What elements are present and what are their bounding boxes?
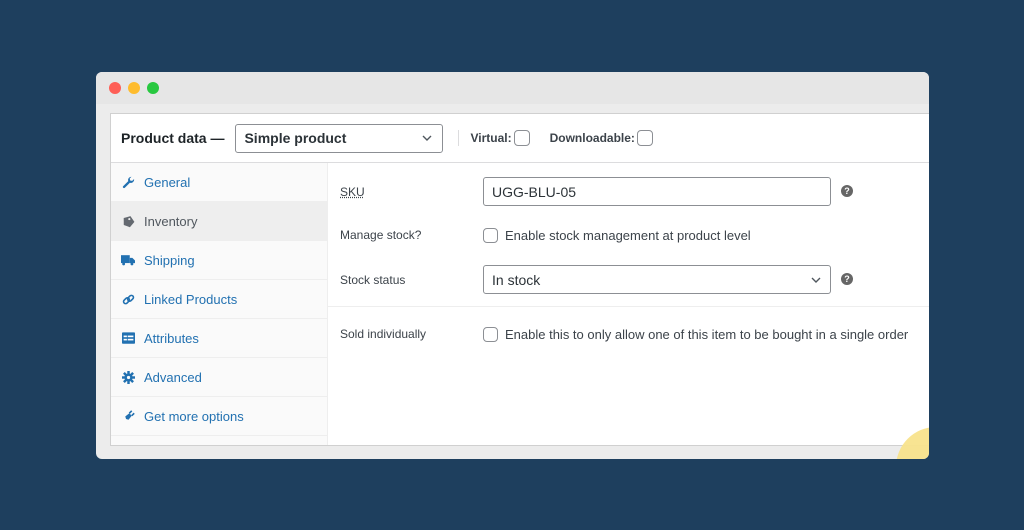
maximize-window-button[interactable] <box>147 82 159 94</box>
inventory-panel: SKU UGG-BLU-05 ? Manage stock? Enable st… <box>328 163 929 445</box>
downloadable-option[interactable]: Downloadable: <box>550 130 653 146</box>
gear-icon <box>121 370 135 384</box>
header-separator <box>458 130 460 146</box>
product-data-tabs: General Inventory Shipping Linked Produc… <box>111 163 328 445</box>
manage-stock-text: Enable stock management at product level <box>505 227 751 243</box>
wrench-icon <box>121 175 135 189</box>
virtual-option[interactable]: Virtual: <box>470 130 530 146</box>
downloadable-label: Downloadable: <box>549 131 635 145</box>
link-icon <box>121 292 135 306</box>
tab-label: Attributes <box>144 330 199 346</box>
tab-get-more-options[interactable]: Get more options <box>111 397 327 436</box>
title-bar <box>96 72 929 104</box>
tab-label: Inventory <box>144 213 198 229</box>
chevron-down-icon <box>811 277 821 283</box>
tab-shipping[interactable]: Shipping <box>111 241 327 280</box>
stock-status-help-icon[interactable]: ? <box>841 273 853 285</box>
close-window-button[interactable] <box>109 82 121 94</box>
sold-individually-label: Sold individually <box>340 327 427 341</box>
stock-status-row: Stock status In stock ? <box>328 265 929 294</box>
table-icon <box>121 331 135 345</box>
plug-icon <box>121 409 135 423</box>
tag-icon <box>121 214 135 228</box>
stock-status-select[interactable]: In stock <box>483 265 831 294</box>
product-data-panel: Product data — Simple product Virtual: D… <box>110 113 929 446</box>
sku-help-icon[interactable]: ? <box>841 185 853 197</box>
section-divider <box>328 306 929 307</box>
sku-row: SKU UGG-BLU-05 ? <box>328 177 929 206</box>
tab-label: Shipping <box>144 252 195 268</box>
app-window: Product data — Simple product Virtual: D… <box>96 72 929 459</box>
sku-value: UGG-BLU-05 <box>492 183 577 200</box>
sold-individually-option[interactable]: Enable this to only allow one of this it… <box>483 326 909 342</box>
sold-individually-checkbox[interactable] <box>483 326 498 342</box>
manage-stock-option[interactable]: Enable stock management at product level <box>483 227 751 243</box>
stock-status-value: In stock <box>492 271 541 288</box>
chevron-down-icon <box>422 135 432 141</box>
sku-input[interactable]: UGG-BLU-05 <box>483 177 831 206</box>
tab-advanced[interactable]: Advanced <box>111 358 327 397</box>
truck-icon <box>121 253 135 267</box>
tab-attributes[interactable]: Attributes <box>111 319 327 358</box>
manage-stock-label: Manage stock? <box>340 228 422 242</box>
stock-status-label: Stock status <box>340 272 406 287</box>
virtual-label: Virtual: <box>470 131 512 145</box>
sold-individually-text: Enable this to only allow one of this it… <box>505 326 909 342</box>
product-data-header: Product data — Simple product Virtual: D… <box>111 114 929 163</box>
sold-individually-row: Sold individually Enable this to only al… <box>328 325 929 343</box>
tab-inventory[interactable]: Inventory <box>111 202 327 241</box>
product-type-select[interactable]: Simple product <box>235 123 444 153</box>
tab-label: General <box>144 174 191 190</box>
minimize-window-button[interactable] <box>128 82 140 94</box>
manage-stock-checkbox[interactable] <box>483 227 498 243</box>
product-data-title: Product data — <box>121 130 225 146</box>
tab-label: Advanced <box>144 369 202 385</box>
tab-linked-products[interactable]: Linked Products <box>111 280 327 319</box>
tab-label: Get more options <box>144 408 244 424</box>
tab-label: Linked Products <box>144 291 238 307</box>
manage-stock-row: Manage stock? Enable stock management at… <box>328 226 929 244</box>
tab-general[interactable]: General <box>111 163 327 202</box>
sku-label: SKU <box>340 184 365 199</box>
virtual-checkbox[interactable] <box>513 130 530 146</box>
product-type-value: Simple product <box>244 130 347 146</box>
downloadable-checkbox[interactable] <box>636 130 653 146</box>
